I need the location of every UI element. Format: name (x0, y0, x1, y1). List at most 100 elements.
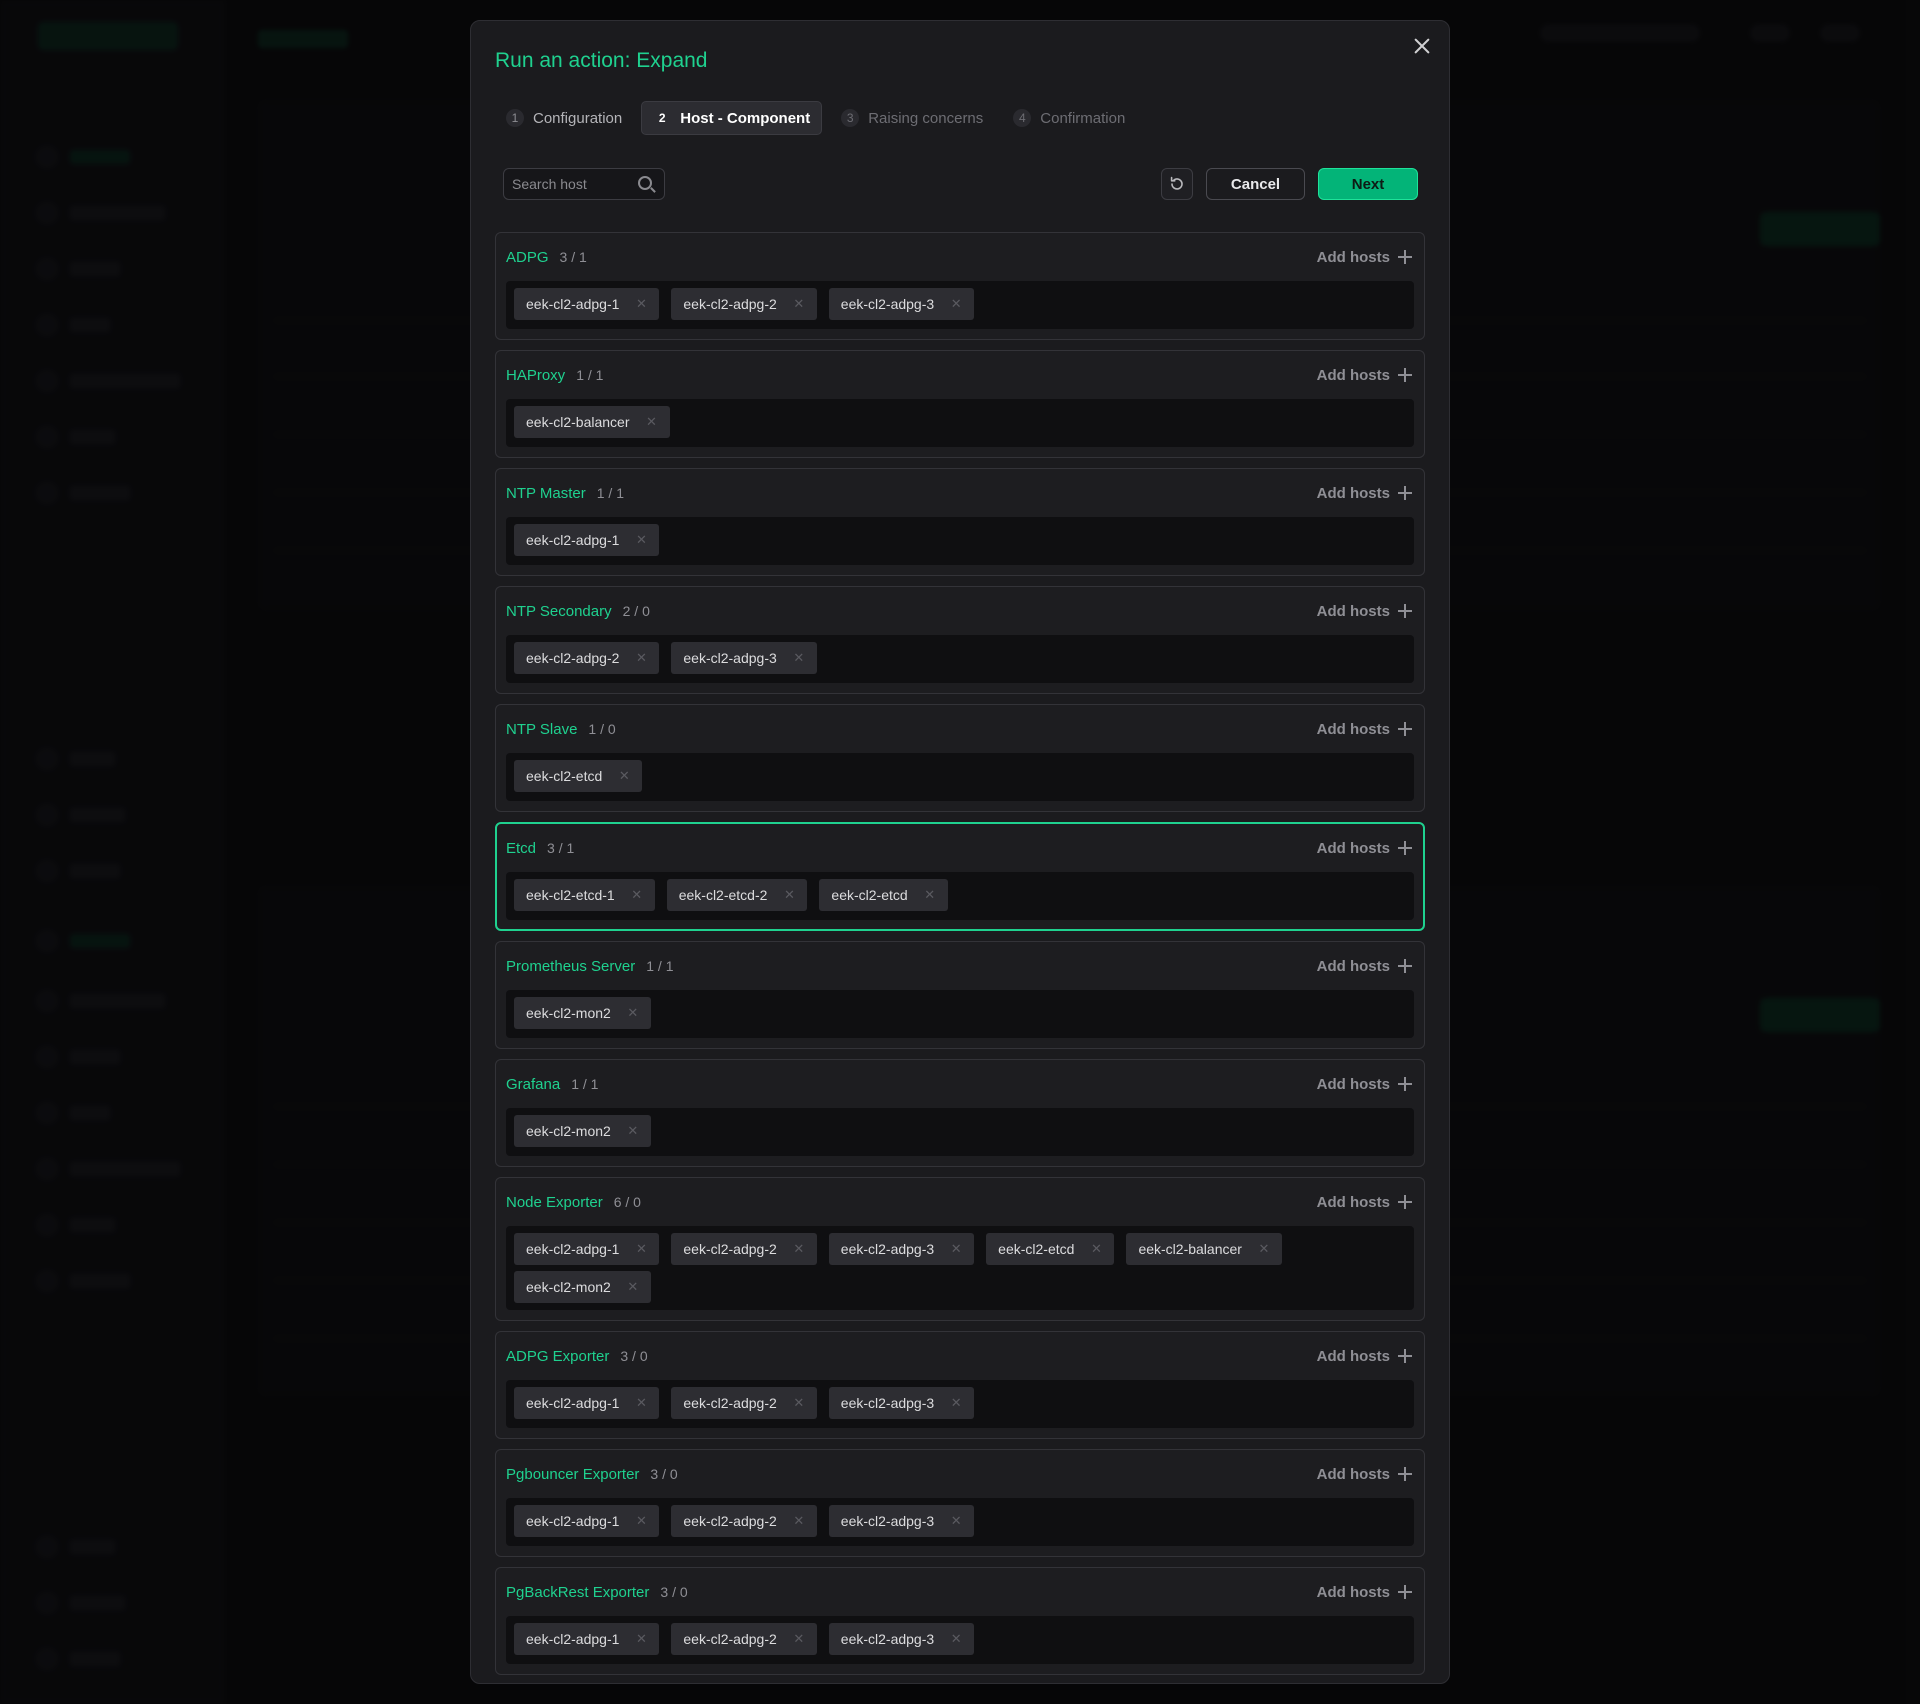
component-name[interactable]: NTP Slave (506, 721, 577, 738)
add-hosts-button[interactable]: Add hosts (1317, 1178, 1412, 1226)
host-chip-label: eek-cl2-adpg-3 (840, 1513, 935, 1529)
remove-host-icon[interactable]: ✕ (629, 887, 645, 903)
remove-host-icon[interactable]: ✕ (633, 296, 649, 312)
add-hosts-button[interactable]: Add hosts (1317, 705, 1412, 753)
next-button[interactable]: Next (1318, 168, 1418, 200)
add-hosts-button[interactable]: Add hosts (1317, 587, 1412, 635)
component-name[interactable]: Prometheus Server (506, 958, 635, 975)
host-chip: eek-cl2-adpg-3 ✕ (828, 1387, 975, 1419)
component-group: PgBackRest Exporter 3 / 0 Add hosts eek-cl2… (495, 1567, 1425, 1675)
add-hosts-button[interactable]: Add hosts (1317, 824, 1412, 872)
remove-host-icon[interactable]: ✕ (791, 1241, 807, 1257)
host-chip-label: eek-cl2-etcd-1 (526, 887, 615, 903)
host-chip: eek-cl2-adpg-2 ✕ (671, 1387, 817, 1419)
component-group: NTP Master 1 / 1 Add hosts eek-cl2-adpg-1 ✕ (495, 468, 1425, 576)
host-chip-label: eek-cl2-adpg-1 (526, 1241, 620, 1257)
remove-host-icon[interactable]: ✕ (948, 1631, 964, 1647)
add-hosts-button[interactable]: Add hosts (1317, 942, 1412, 990)
component-group: NTP Slave 1 / 0 Add hosts eek-cl2-etcd ✕ (495, 704, 1425, 812)
remove-host-icon[interactable]: ✕ (791, 1513, 807, 1529)
remove-host-icon[interactable]: ✕ (791, 296, 807, 312)
add-hosts-button[interactable]: Add hosts (1317, 351, 1412, 399)
component-name[interactable]: ADPG (506, 249, 549, 266)
host-chip-label: eek-cl2-adpg-2 (683, 1241, 777, 1257)
add-hosts-button[interactable]: Add hosts (1317, 1568, 1412, 1616)
remove-host-icon[interactable]: ✕ (781, 887, 797, 903)
remove-host-icon[interactable]: ✕ (633, 1241, 649, 1257)
component-name[interactable]: Pgbouncer Exporter (506, 1466, 639, 1483)
remove-host-icon[interactable]: ✕ (1088, 1241, 1104, 1257)
component-host-count: 1 / 0 (588, 721, 616, 737)
remove-host-icon[interactable]: ✕ (633, 650, 649, 666)
remove-host-icon[interactable]: ✕ (948, 1241, 964, 1257)
remove-host-icon[interactable]: ✕ (948, 1395, 964, 1411)
host-chip-label: eek-cl2-adpg-3 (840, 1631, 935, 1647)
remove-host-icon[interactable]: ✕ (1256, 1241, 1272, 1257)
reset-button[interactable] (1161, 168, 1193, 200)
host-chip-list: eek-cl2-etcd-1 ✕ eek-cl2-etcd-2 ✕ eek-cl2-et… (506, 872, 1414, 920)
component-name[interactable]: Grafana (506, 1076, 560, 1093)
remove-host-icon[interactable]: ✕ (644, 414, 660, 430)
remove-host-icon[interactable]: ✕ (948, 296, 964, 312)
host-chip: eek-cl2-etcd ✕ (819, 879, 948, 911)
add-hosts-button[interactable]: Add hosts (1317, 1332, 1412, 1380)
host-chip-list: eek-cl2-mon2 ✕ (506, 1108, 1414, 1156)
step-host-component[interactable]: 2 Host - Component (641, 101, 823, 135)
remove-host-icon[interactable]: ✕ (633, 1395, 649, 1411)
host-chip: eek-cl2-etcd-1 ✕ (514, 879, 655, 911)
component-group: ADPG Exporter 3 / 0 Add hosts eek-cl2-adpg-… (495, 1331, 1425, 1439)
step-number: 2 (658, 111, 666, 125)
add-hosts-button[interactable]: Add hosts (1317, 233, 1412, 281)
add-hosts-button[interactable]: Add hosts (1317, 1060, 1412, 1108)
add-hosts-button[interactable]: Add hosts (1317, 469, 1412, 517)
component-group: Grafana 1 / 1 Add hosts eek-cl2-mon2 ✕ (495, 1059, 1425, 1167)
host-chip-list: eek-cl2-mon2 ✕ (506, 990, 1414, 1038)
remove-host-icon[interactable]: ✕ (625, 1279, 641, 1295)
add-hosts-label: Add hosts (1316, 957, 1390, 975)
host-chip: eek-cl2-etcd ✕ (986, 1233, 1115, 1265)
close-icon[interactable] (1409, 33, 1435, 59)
remove-host-icon[interactable]: ✕ (625, 1123, 641, 1139)
plus-icon (1398, 368, 1412, 382)
host-chip-label: eek-cl2-mon2 (526, 1123, 611, 1139)
host-chip: eek-cl2-adpg-3 ✕ (828, 1233, 975, 1265)
component-name[interactable]: Etcd (506, 840, 536, 857)
component-group-header: Node Exporter 6 / 0 Add hosts (506, 1178, 1414, 1226)
component-name[interactable]: ADPG Exporter (506, 1348, 609, 1365)
step-configuration[interactable]: 1 Configuration (495, 101, 633, 135)
remove-host-icon[interactable]: ✕ (633, 1513, 649, 1529)
component-group-header: Prometheus Server 1 / 1 Add hosts (506, 942, 1414, 990)
host-chip: eek-cl2-etcd-2 ✕ (666, 879, 808, 911)
remove-host-icon[interactable]: ✕ (633, 1631, 649, 1647)
host-chip: eek-cl2-mon2 ✕ (514, 997, 651, 1029)
remove-host-icon[interactable]: ✕ (791, 1631, 807, 1647)
cancel-button[interactable]: Cancel (1206, 168, 1305, 200)
wizard-steps: 1 Configuration 2 Host - Component 3 Rai… (495, 101, 1136, 135)
search-icon[interactable] (638, 176, 652, 190)
component-group-header: Pgbouncer Exporter 3 / 0 Add hosts (506, 1450, 1414, 1498)
component-host-count: 3 / 1 (547, 840, 575, 856)
plus-icon (1398, 1195, 1412, 1209)
step-confirmation[interactable]: 4 Confirmation (1002, 101, 1136, 135)
plus-icon (1398, 604, 1412, 618)
host-chip-label: eek-cl2-etcd (831, 887, 908, 903)
component-name[interactable]: Node Exporter (506, 1194, 603, 1211)
remove-host-icon[interactable]: ✕ (922, 887, 938, 903)
remove-host-icon[interactable]: ✕ (791, 650, 807, 666)
add-hosts-label: Add hosts (1316, 1075, 1390, 1093)
component-name[interactable]: NTP Secondary (506, 603, 612, 620)
host-chip-list: eek-cl2-adpg-1 ✕ eek-cl2-adpg-2 ✕ eek-cl2-ad… (506, 1498, 1414, 1546)
remove-host-icon[interactable]: ✕ (791, 1395, 807, 1411)
component-name[interactable]: HAProxy (506, 367, 565, 384)
remove-host-icon[interactable]: ✕ (616, 768, 632, 784)
remove-host-icon[interactable]: ✕ (948, 1513, 964, 1529)
remove-host-icon[interactable]: ✕ (633, 532, 649, 548)
host-chip: eek-cl2-etcd ✕ (514, 760, 643, 792)
step-raising-concerns[interactable]: 3 Raising concerns (830, 101, 994, 135)
remove-host-icon[interactable]: ✕ (625, 1005, 641, 1021)
add-hosts-button[interactable]: Add hosts (1317, 1450, 1412, 1498)
component-name[interactable]: PgBackRest Exporter (506, 1584, 649, 1601)
run-action-modal: Run an action: Expand 1 Configuration 2 … (470, 20, 1450, 1684)
step-label: Configuration (533, 109, 623, 127)
component-name[interactable]: NTP Master (506, 485, 586, 502)
